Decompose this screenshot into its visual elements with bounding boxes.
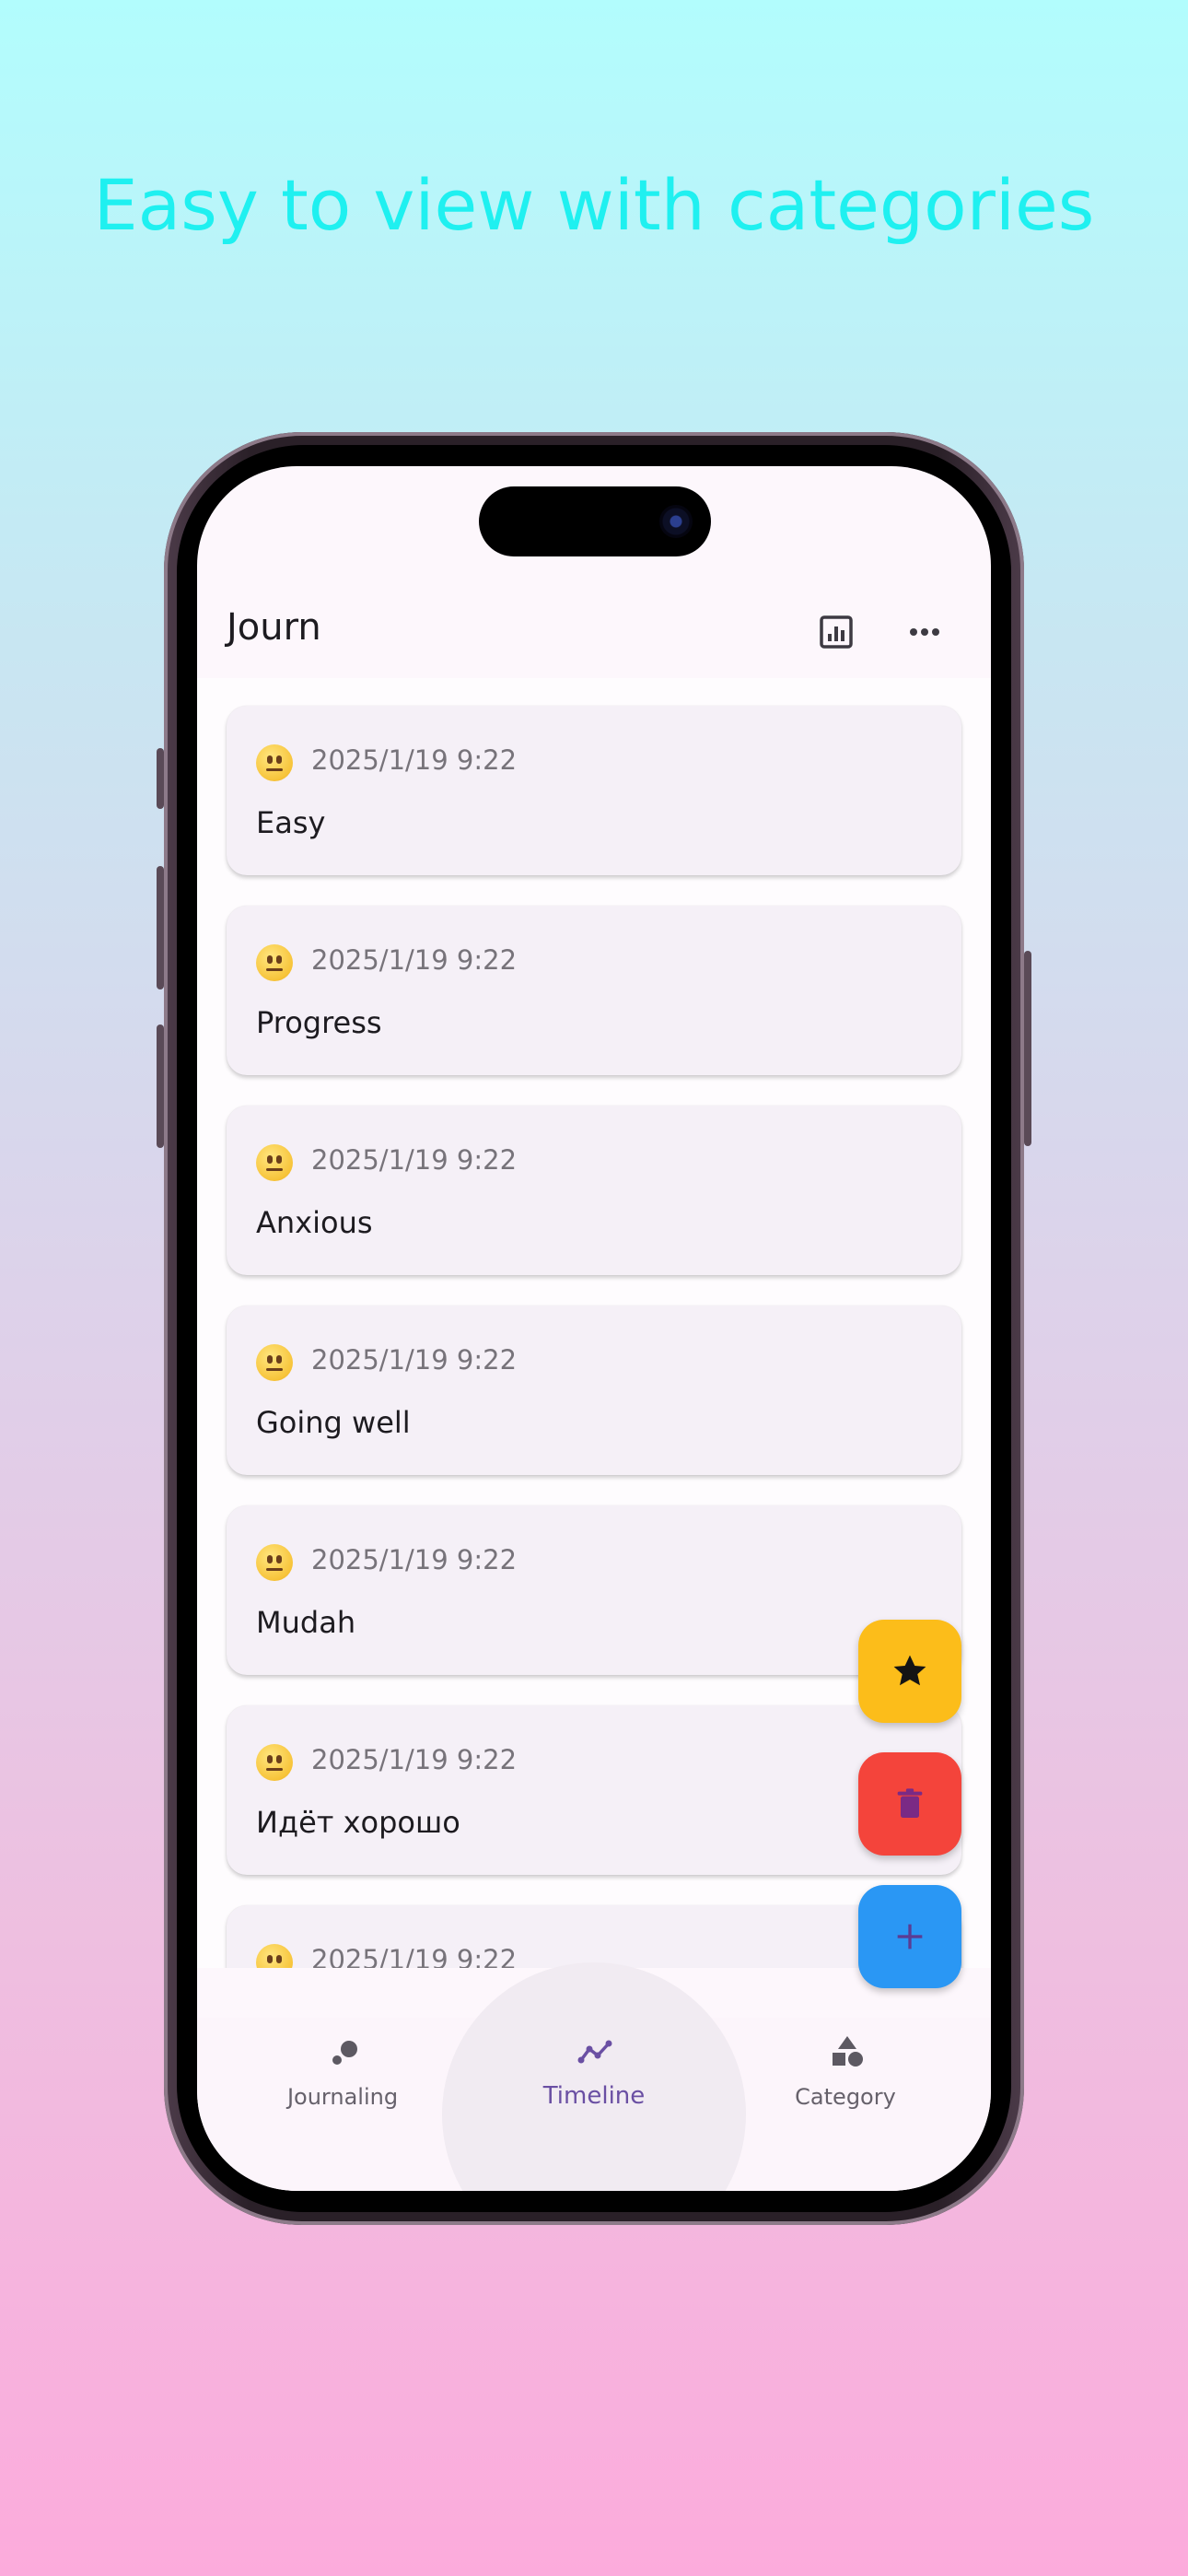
entry-card[interactable]: 2025/1/19 9:22 Идёт хорошо: [227, 1705, 961, 1875]
entry-card[interactable]: 2025/1/19 9:22 Easy: [227, 706, 961, 875]
action-side-button: [157, 748, 164, 809]
app-title: Journ: [227, 606, 321, 649]
entry-date: 2025/1/19 9:22: [311, 1344, 518, 1376]
entry-text: Easy: [256, 805, 326, 840]
app-bar: Journ: [197, 586, 991, 678]
stats-button[interactable]: [807, 603, 866, 662]
entry-text: Идёт хорошо: [256, 1805, 460, 1840]
entry-card[interactable]: 2025/1/19 9:22 Progress: [227, 906, 961, 1075]
neutral-face-icon: [256, 944, 293, 981]
add-entry-button[interactable]: [858, 1885, 961, 1988]
trend-line-icon: [577, 2040, 612, 2064]
entry-text: Progress: [256, 1005, 382, 1040]
neutral-face-icon: [256, 744, 293, 781]
plus-icon: [897, 1924, 923, 1950]
volume-up-side-button: [157, 866, 164, 989]
entry-card[interactable]: 2025/1/19 9:22 Anxious: [227, 1106, 961, 1275]
shapes-icon: [833, 2036, 863, 2067]
entry-text: Mudah: [256, 1605, 356, 1640]
trash-icon: [897, 1788, 923, 1818]
neutral-face-icon: [256, 1744, 293, 1781]
more-options-button[interactable]: [895, 603, 954, 662]
bottom-navigation: Journaling Timeline Category: [197, 1962, 991, 2191]
entry-date: 2025/1/19 9:22: [311, 744, 518, 776]
bar-chart-icon: [820, 615, 853, 649]
tab-label: Journaling: [286, 2084, 399, 2110]
entry-text: Going well: [256, 1405, 411, 1440]
neutral-face-icon: [256, 1544, 293, 1581]
dynamic-island: [479, 486, 711, 556]
neutral-face-icon: [256, 1144, 293, 1181]
delete-button[interactable]: [858, 1752, 961, 1856]
neutral-face-icon: [256, 1944, 293, 1968]
entry-date: 2025/1/19 9:22: [311, 944, 518, 976]
dots-icon: [332, 2041, 357, 2065]
entry-date: 2025/1/19 9:22: [311, 1144, 518, 1176]
star-icon: [893, 1655, 926, 1686]
tab-category[interactable]: Category: [735, 2018, 956, 2119]
headline: Easy to view with categories: [93, 164, 1095, 246]
entry-date: 2025/1/19 9:22: [311, 1544, 518, 1575]
phone-screen: Journ 2025/1/19 9:22 Easy 2025/1/19 9:22…: [197, 466, 991, 2191]
more-horizontal-icon: [910, 628, 939, 636]
entry-date: 2025/1/19 9:22: [311, 1944, 518, 1968]
tab-journaling[interactable]: Journaling: [232, 2018, 453, 2119]
camera-icon: [659, 505, 693, 538]
tab-label: Category: [795, 2084, 896, 2110]
entry-text: Anxious: [256, 1205, 373, 1240]
power-side-button: [1024, 951, 1031, 1146]
entry-date: 2025/1/19 9:22: [311, 1744, 518, 1775]
favorite-button[interactable]: [858, 1620, 961, 1723]
entry-card[interactable]: 2025/1/19 9:22 Going well: [227, 1306, 961, 1475]
volume-down-side-button: [157, 1025, 164, 1148]
entry-card[interactable]: 2025/1/19 9:22 Mudah: [227, 1505, 961, 1675]
tab-timeline[interactable]: Timeline: [483, 2018, 705, 2119]
entry-card[interactable]: 2025/1/19 9:22 进步: [227, 1905, 961, 1968]
tab-label: Timeline: [542, 2082, 646, 2110]
neutral-face-icon: [256, 1344, 293, 1381]
